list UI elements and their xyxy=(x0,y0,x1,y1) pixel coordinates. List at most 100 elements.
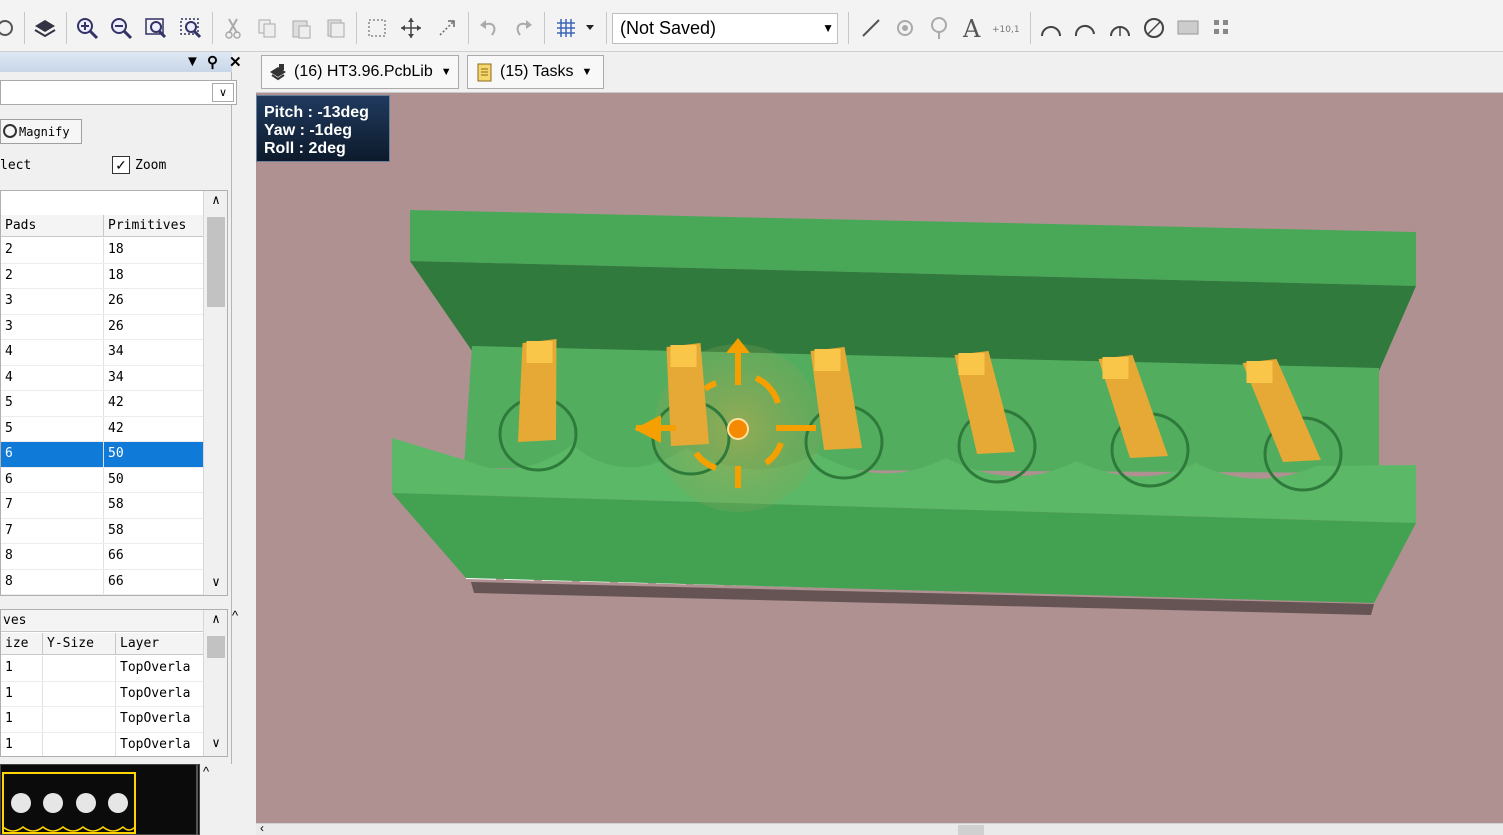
table-row[interactable]: 5 42 xyxy=(1,416,205,442)
chevron-down-icon[interactable]: ▼ xyxy=(582,66,593,78)
toolbar-separator xyxy=(356,12,357,44)
toolbar-separator xyxy=(848,12,849,44)
arc-center-icon[interactable] xyxy=(1036,13,1066,43)
undo-icon[interactable] xyxy=(474,13,504,43)
tab-pcblib[interactable]: (16) HT3.96.PcbLib ▼ xyxy=(261,55,459,89)
table-row[interactable]: 1 TopOverla xyxy=(1,656,205,682)
chevron-down-icon[interactable]: ▼ xyxy=(441,66,452,78)
mini-viewer-splitter[interactable]: ^ xyxy=(200,764,232,835)
scroll-up-icon[interactable]: ∧ xyxy=(204,612,227,634)
table-row[interactable]: 3 26 xyxy=(1,289,205,315)
cell-layer: TopOverla xyxy=(116,681,205,706)
tab-tasks[interactable]: (15) Tasks ▼ xyxy=(467,55,604,89)
zoom-in-icon[interactable] xyxy=(72,13,102,43)
cell-ysize xyxy=(43,707,116,732)
table-row[interactable]: 5 42 xyxy=(1,391,205,417)
scroll-left-icon[interactable]: ‹ xyxy=(260,821,264,835)
select-rect-icon[interactable] xyxy=(362,13,392,43)
table-row[interactable]: 7 58 xyxy=(1,518,205,544)
scroll-thumb[interactable] xyxy=(207,217,225,307)
redo-icon[interactable] xyxy=(508,13,538,43)
grid-dropdown-arrow[interactable] xyxy=(580,13,600,43)
table-row[interactable]: 4 34 xyxy=(1,340,205,366)
panel-menu-icon[interactable]: ▼ xyxy=(185,53,200,70)
cell-primitives: 34 xyxy=(104,340,205,365)
select-label: lect xyxy=(0,158,32,173)
array-icon[interactable] xyxy=(1207,13,1237,43)
column-header-pads[interactable]: Pads xyxy=(1,215,104,236)
magnify-label: Magnify xyxy=(19,124,70,139)
table-row[interactable]: 2 18 xyxy=(1,263,205,289)
table-row[interactable]: 8 66 xyxy=(1,569,205,595)
magnify-button[interactable]: Magnify xyxy=(0,119,82,144)
primitives-scrollbar[interactable]: ∧ ∨ xyxy=(203,610,227,756)
cell-layer: TopOverla xyxy=(116,656,205,681)
cursor-center-dot xyxy=(727,418,749,440)
table-row[interactable]: 2 18 xyxy=(1,238,205,264)
table-row[interactable]: 1 TopOverla xyxy=(1,707,205,733)
line-icon[interactable] xyxy=(856,13,886,43)
chevron-down-icon[interactable]: ▼ xyxy=(822,21,834,35)
arc-edge-icon[interactable] xyxy=(1070,13,1100,43)
scroll-down-icon[interactable]: ∨ xyxy=(204,575,227,595)
document-select[interactable]: (Not Saved) ▼ xyxy=(612,13,838,44)
splitter-up-icon[interactable]: ^ xyxy=(203,764,209,779)
3d-scene[interactable] xyxy=(256,93,1503,823)
components-grid[interactable]: Pads Primitives 2 18 2 18 3 26 3 26 4 34 4 34 5 42 5 42… xyxy=(0,190,228,596)
components-scrollbar[interactable]: ∧ ∨ xyxy=(203,191,227,595)
table-row[interactable]: 1 TopOverla xyxy=(1,732,205,756)
pin-icon[interactable]: ⚲ xyxy=(207,53,218,71)
zoom-selection-icon[interactable] xyxy=(176,13,206,43)
paste-icon[interactable] xyxy=(286,13,316,43)
via-icon[interactable] xyxy=(924,13,954,43)
grid-icon[interactable] xyxy=(551,13,581,43)
scroll-down-icon[interactable]: ∨ xyxy=(204,736,227,756)
rubber-stamp-icon[interactable] xyxy=(320,13,350,43)
cell-xsize: 1 xyxy=(1,656,43,681)
column-header-primitives[interactable]: Primitives xyxy=(104,215,205,236)
toolbar-separator xyxy=(1030,12,1031,44)
viewport-horizontal-scrollbar[interactable]: ‹ xyxy=(256,821,1503,835)
layers-icon[interactable] xyxy=(30,13,60,43)
cell-pads: 2 xyxy=(1,263,104,288)
scroll-thumb[interactable] xyxy=(207,636,225,658)
3d-viewport[interactable]: Pitch : -13deg Yaw : -1deg Roll : 2deg xyxy=(256,93,1503,823)
pad-icon[interactable] xyxy=(890,13,920,43)
string-icon[interactable]: A xyxy=(958,13,988,43)
copy-icon[interactable] xyxy=(252,13,282,43)
table-row[interactable]: 4 34 xyxy=(1,365,205,391)
table-row[interactable]: 3 26 xyxy=(1,314,205,340)
move-icon[interactable] xyxy=(396,13,426,43)
table-row[interactable]: 6 50 xyxy=(1,442,205,468)
cell-primitives: 34 xyxy=(104,365,205,390)
cut-icon[interactable] xyxy=(218,13,248,43)
coordinate-icon[interactable]: +10,10 xyxy=(990,13,1020,43)
mini-viewer[interactable] xyxy=(0,764,200,835)
column-header-layer[interactable]: Layer xyxy=(116,633,205,654)
table-row[interactable]: 7 58 xyxy=(1,493,205,519)
column-header-ysize[interactable]: Y-Size xyxy=(43,633,116,654)
arc-any-icon[interactable] xyxy=(1105,13,1135,43)
cell-layer: TopOverla xyxy=(116,732,205,756)
splitter-up-icon[interactable]: ^ xyxy=(232,608,238,623)
table-row[interactable]: 6 50 xyxy=(1,467,205,493)
cell-xsize: 1 xyxy=(1,732,43,756)
close-icon[interactable]: ✕ xyxy=(229,53,242,71)
svg-text:+10,10: +10,10 xyxy=(992,25,1020,35)
zoom-fit-icon[interactable] xyxy=(141,13,171,43)
full-circle-icon[interactable] xyxy=(1139,13,1169,43)
scroll-thumb[interactable] xyxy=(958,825,984,835)
table-row[interactable]: 1 TopOverla xyxy=(1,681,205,707)
scroll-up-icon[interactable]: ∧ xyxy=(204,193,227,215)
table-row[interactable]: 8 66 xyxy=(1,544,205,570)
mask-filter-input[interactable]: ∨ xyxy=(0,80,237,105)
zoom-checkbox[interactable]: ✓ xyxy=(112,156,130,174)
primitives-grid[interactable]: ves ize Y-Size Layer 1 TopOverla 1 TopOverl… xyxy=(0,609,228,757)
zoom-out-icon[interactable] xyxy=(106,13,136,43)
cell-primitives: 66 xyxy=(104,544,205,569)
fill-icon[interactable] xyxy=(1173,13,1203,43)
column-header-xsize[interactable]: ize xyxy=(1,633,43,654)
chevron-down-icon[interactable]: ∨ xyxy=(212,83,234,102)
cross-select-icon[interactable] xyxy=(432,13,462,43)
print-preview-icon[interactable] xyxy=(0,13,20,43)
